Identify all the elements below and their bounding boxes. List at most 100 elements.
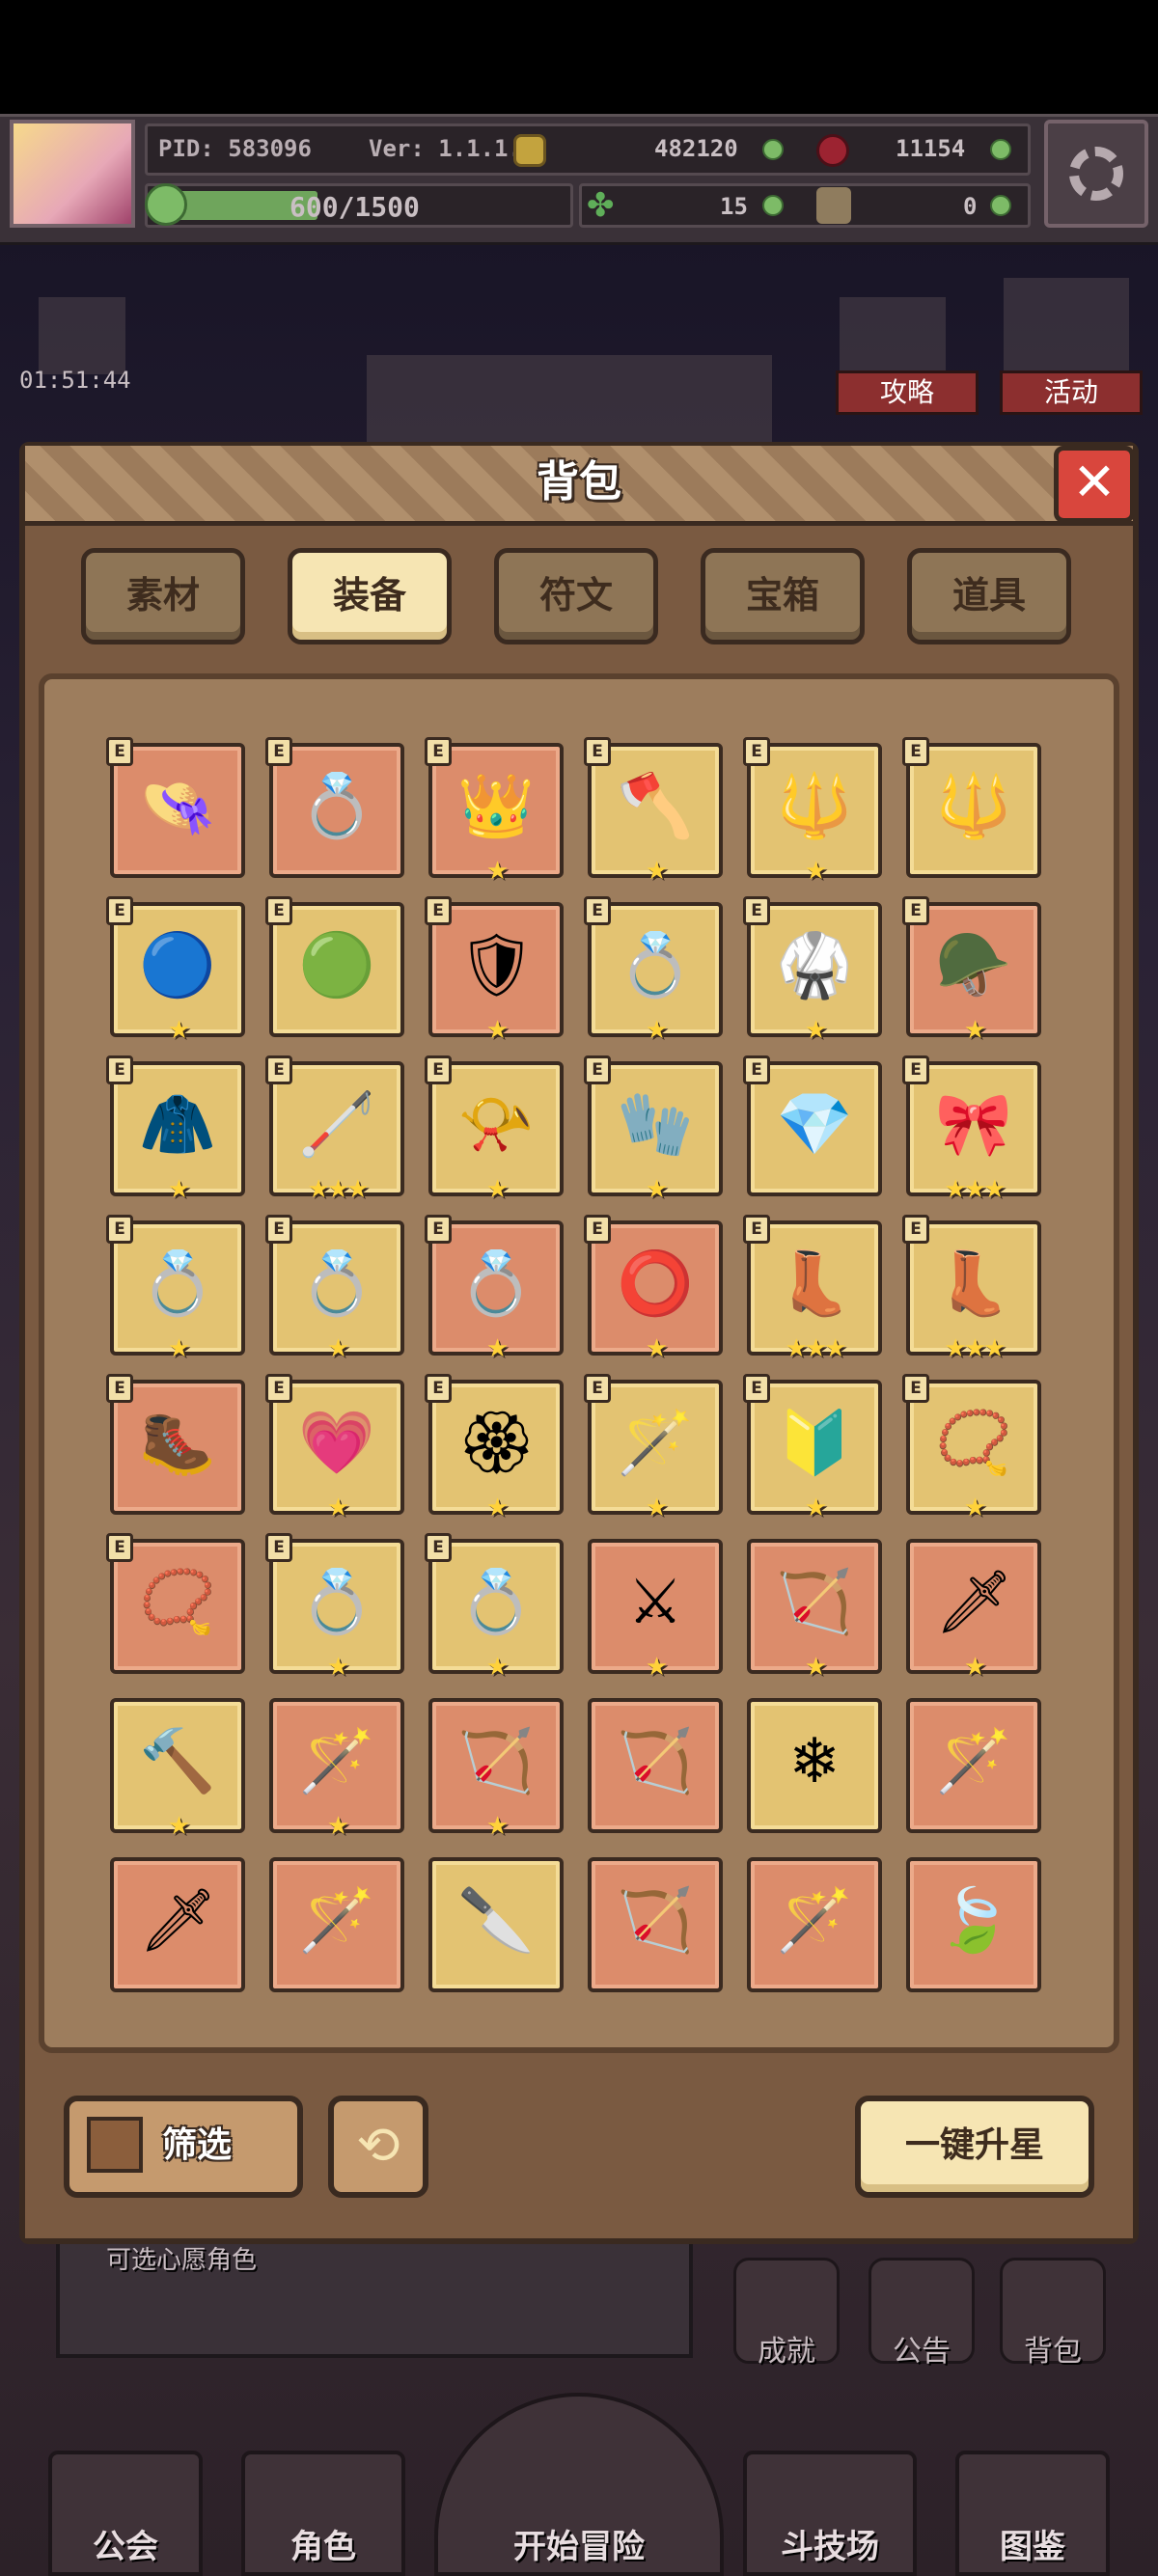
inventory-slot[interactable]: ❄ (747, 1698, 882, 1833)
refresh-button[interactable]: ⟲ (328, 2096, 428, 2198)
equipped-badge: E (584, 1055, 611, 1084)
nav-arena-label: 斗技场 (781, 2528, 879, 2566)
inventory-slot[interactable]: 🔪 (428, 1857, 564, 1992)
one-click-upgrade-button[interactable]: 一键升星 (855, 2096, 1094, 2198)
horned-helmet-icon: 🪖 (935, 930, 1012, 1001)
gold-bow-icon: 🏹 (457, 1726, 535, 1797)
equipped-badge: E (265, 1533, 292, 1562)
equipped-badge: E (106, 1215, 133, 1244)
tab-materials[interactable]: 素材 (81, 548, 245, 644)
star-rating: ★ (326, 1653, 349, 1682)
nav-codex-label: 图鉴 (1000, 2528, 1065, 2566)
red-boots-icon: 👢 (935, 1248, 1012, 1320)
iron-boots-icon: 🥾 (139, 1408, 216, 1479)
notice-label: 公告 (893, 2335, 951, 2369)
star-rating: ★ (645, 857, 668, 886)
star-rating: ★ (167, 1175, 190, 1204)
equipped-badge: E (265, 1215, 292, 1244)
tab-items[interactable]: 道具 (907, 548, 1071, 644)
leaf-blade-icon: 🍃 (935, 1885, 1012, 1957)
trident-icon: 🔱 (935, 771, 1012, 842)
gold-bracer-icon: 🦯 (298, 1089, 375, 1161)
green-sword-icon: 🗡 (139, 1885, 218, 1957)
staff-icon: 🔱 (776, 771, 853, 842)
scene-building (367, 355, 772, 442)
version-text: Ver: 1.1.1.4 (369, 135, 537, 162)
star-rating: ★ (963, 1494, 986, 1522)
nav-start-adventure-label: 开始冒险 (513, 2528, 645, 2566)
blue-staff-icon: 🪄 (298, 1726, 375, 1797)
inventory-slot[interactable]: 🗡 (110, 1857, 245, 1992)
equipped-badge: E (902, 1055, 929, 1084)
inventory-slot[interactable]: 🪄 (906, 1698, 1041, 1833)
gold-belt-icon: 🎀 (935, 1089, 1012, 1161)
star-rating: ★ (645, 1175, 668, 1204)
star-rating: ★ (804, 1494, 827, 1522)
equipped-badge: E (106, 737, 133, 766)
star-rating: ★★★ (785, 1334, 847, 1363)
ruby-ring-icon: 💍 (457, 1248, 535, 1320)
event-button[interactable]: 活动 (1000, 370, 1143, 415)
pid-text: PID: 583096 (158, 135, 312, 162)
equipped-badge: E (584, 1374, 611, 1403)
achievement-label: 成就 (758, 2335, 815, 2369)
heart-amulet-icon: 💗 (298, 1408, 375, 1479)
gold-ring-icon: 💍 (139, 1248, 216, 1320)
close-button[interactable]: ✕ (1054, 446, 1135, 523)
inventory-slot[interactable]: 🏹 (588, 1698, 723, 1833)
crown-icon: 👑 (457, 771, 535, 842)
inventory-slot[interactable]: 🪄 (269, 1857, 404, 1992)
add-clover-icon[interactable] (762, 195, 784, 216)
gold-necklace-icon: 📿 (935, 1408, 1012, 1479)
add-gem-icon[interactable] (990, 139, 1011, 160)
ice-wand-icon: ❄ (788, 1726, 841, 1797)
wooden-wand-icon: 🪄 (617, 1408, 694, 1479)
equipped-badge: E (902, 737, 929, 766)
blue-orb-icon: 🔵 (139, 930, 216, 1001)
star-rating: ★ (326, 1334, 349, 1363)
add-gold-icon[interactable] (762, 139, 784, 160)
equipped-badge: E (902, 1215, 929, 1244)
inventory-slot[interactable]: 🍃 (906, 1857, 1041, 1992)
tab-runes[interactable]: 符文 (494, 548, 658, 644)
equipped-badge: E (743, 1215, 770, 1244)
gift-icon (39, 297, 125, 374)
star-rating: ★ (326, 1494, 349, 1522)
inventory-panel (39, 673, 1119, 2053)
grid-icon (87, 2117, 143, 2173)
inventory-slot[interactable]: 🪄 (747, 1857, 882, 1992)
equipped-badge: E (743, 896, 770, 925)
add-key-icon[interactable] (990, 195, 1011, 216)
equipped-badge: E (425, 1374, 452, 1403)
star-rating: ★ (167, 1334, 190, 1363)
claw-staff-icon: 🪄 (776, 1885, 853, 1957)
gold-scepter-icon: 🪄 (935, 1726, 1012, 1797)
star-rating: ★ (963, 1016, 986, 1045)
star-rating: ★ (485, 1494, 509, 1522)
star-rating: ★ (485, 1653, 509, 1682)
star-rating: ★★★ (944, 1175, 1006, 1204)
equipped-badge: E (743, 737, 770, 766)
star-rating: ★ (167, 1016, 190, 1045)
iron-ring-icon: ⭕ (617, 1248, 694, 1320)
inventory-slot[interactable]: 🏹 (588, 1857, 723, 1992)
guide-button[interactable]: 攻略 (836, 370, 979, 415)
player-avatar[interactable] (10, 120, 135, 228)
equipped-badge: E (425, 896, 452, 925)
green-mace-icon: 🔨 (139, 1726, 216, 1797)
green-armor-icon: 🥋 (776, 930, 853, 1001)
star-rating: ★ (326, 1812, 349, 1841)
tab-chests[interactable]: 宝箱 (701, 548, 865, 644)
crossed-swords-icon: ⚔ (627, 1567, 683, 1638)
equipped-badge: E (584, 896, 611, 925)
golden-armor-icon: 🛡 (457, 930, 537, 1001)
tab-equipment[interactable]: 装备 (288, 548, 452, 644)
equipped-badge: E (584, 737, 611, 766)
star-rating: ★ (485, 1812, 509, 1841)
equipped-badge: E (106, 1374, 133, 1403)
equipped-badge: E (743, 1055, 770, 1084)
equipped-badge: E (425, 1215, 452, 1244)
blue-crest-icon: 🔰 (776, 1408, 853, 1479)
energy-text: 600/1500 (290, 191, 420, 223)
star-rating: ★ (485, 1334, 509, 1363)
